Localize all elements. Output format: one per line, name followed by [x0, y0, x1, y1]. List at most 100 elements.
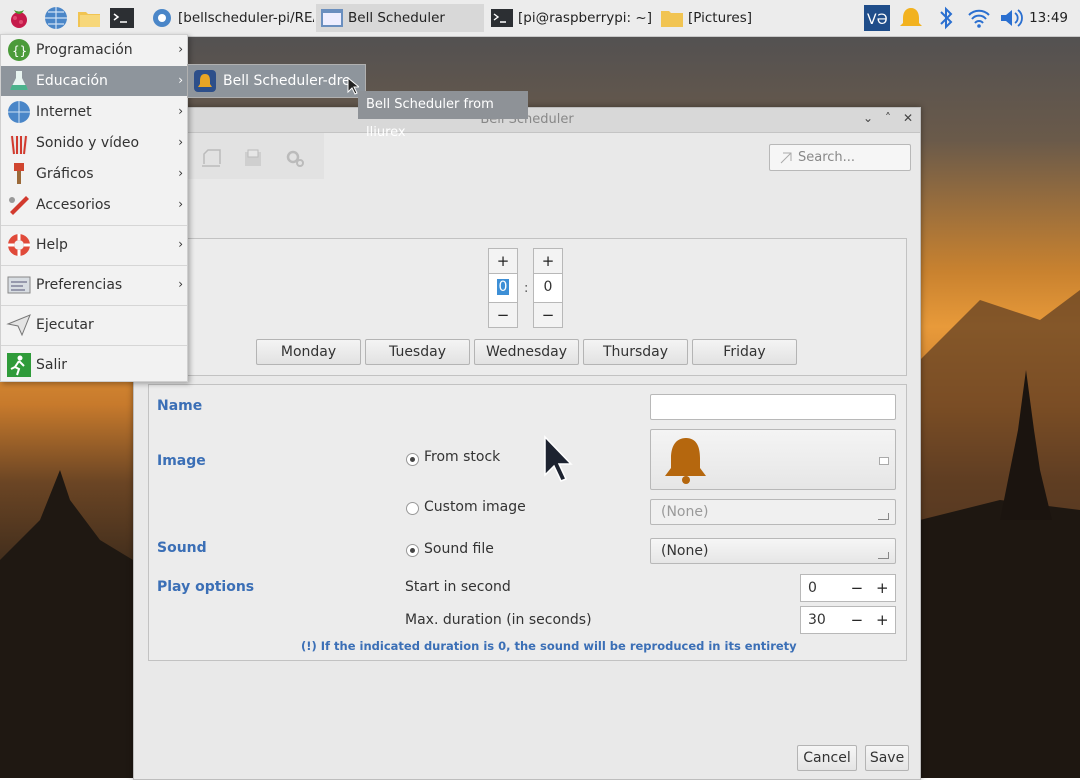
chevron-right-icon: ›	[178, 73, 183, 87]
internet-icon	[8, 101, 30, 123]
task-browser-label: [bellscheduler-pi/REA...	[178, 10, 314, 26]
task-terminal[interactable]: [pi@raspberrypi: ~]	[486, 4, 654, 32]
start-menu: {} Programación › Educación › Internet › So…	[0, 34, 188, 382]
max-duration-value[interactable]: 30	[801, 607, 844, 633]
mouse-pointer-icon	[544, 435, 573, 482]
stock-image-selector[interactable]	[650, 429, 896, 490]
task-terminal-label: [pi@raspberrypi: ~]	[518, 10, 652, 26]
minute-spinner[interactable]: + 0 −	[533, 248, 563, 328]
mouse-pointer-small-icon	[347, 77, 359, 95]
task-pictures-label: [Pictures]	[688, 10, 752, 26]
export-icon[interactable]	[242, 148, 264, 168]
max-duration-spinner[interactable]: 30 − +	[800, 606, 896, 634]
hour-spinner[interactable]: + 0 −	[488, 248, 518, 328]
menu-item-sonido-video[interactable]: Sonido y vídeo ›	[1, 128, 187, 158]
start-second-spinner[interactable]: 0 − +	[800, 574, 896, 602]
menu-item-graficos[interactable]: Gráficos ›	[1, 159, 187, 189]
menu-item-educacion[interactable]: Educación ›	[1, 66, 187, 96]
minute-value[interactable]: 0	[533, 274, 563, 302]
task-bell-scheduler[interactable]: Bell Scheduler	[316, 4, 484, 32]
chevron-right-icon: ›	[178, 166, 183, 180]
custom-image-radio[interactable]	[406, 502, 419, 515]
name-input[interactable]	[650, 394, 896, 420]
hour-decrement-button[interactable]: −	[488, 302, 518, 328]
max-duration-decrement[interactable]: −	[844, 607, 869, 633]
search-input[interactable]: Search...	[769, 144, 911, 171]
bell-scheduler-tray-icon[interactable]	[898, 4, 924, 32]
menu-item-ejecutar[interactable]: Ejecutar	[1, 310, 187, 340]
day-thursday-button[interactable]: Thursday	[583, 339, 688, 365]
duration-note: (!) If the indicated duration is 0, the …	[301, 639, 797, 653]
task-browser[interactable]: [bellscheduler-pi/REA...	[146, 4, 314, 32]
edit-icon[interactable]	[200, 148, 222, 168]
file-manager-icon[interactable]	[76, 5, 102, 31]
chevron-right-icon: ›	[178, 197, 183, 211]
menu-item-salir[interactable]: Salir	[1, 350, 187, 380]
start-in-second-label: Start in second	[405, 579, 511, 595]
max-duration-increment[interactable]: +	[870, 607, 895, 633]
day-friday-button[interactable]: Friday	[692, 339, 797, 365]
combo-arrow-icon	[878, 552, 889, 559]
submenu-item-bell-scheduler[interactable]: Bell Scheduler-dre	[187, 64, 366, 98]
menu-item-accesorios[interactable]: Accesorios ›	[1, 190, 187, 220]
start-second-increment[interactable]: +	[870, 575, 895, 601]
hour-value[interactable]: 0	[488, 274, 518, 302]
task-pictures[interactable]: [Pictures]	[656, 4, 824, 32]
window-icon	[321, 9, 343, 27]
max-duration-label: Max. duration (in seconds)	[405, 612, 592, 628]
sound-file-value: (None)	[661, 543, 709, 559]
hour-value-text: 0	[496, 279, 510, 295]
sound-file-radio[interactable]	[406, 544, 419, 557]
close-button[interactable]: ✕	[900, 111, 916, 127]
preferences-icon	[7, 276, 31, 294]
save-button[interactable]: Save	[865, 745, 909, 771]
from-stock-radio[interactable]	[406, 453, 419, 466]
menu-item-programacion[interactable]: {} Programación ›	[1, 35, 187, 65]
time-separator: :	[524, 281, 529, 296]
menu-separator	[1, 345, 187, 346]
start-second-value[interactable]: 0	[801, 575, 844, 601]
chevron-right-icon: ›	[178, 277, 183, 291]
menu-item-help[interactable]: Help ›	[1, 230, 187, 260]
maximize-button[interactable]: ˄	[880, 111, 896, 127]
menu-item-internet[interactable]: Internet ›	[1, 97, 187, 127]
bell-scheduler-app-icon	[194, 70, 216, 92]
day-wednesday-button[interactable]: Wednesday	[474, 339, 579, 365]
name-label: Name	[157, 398, 203, 414]
minute-decrement-button[interactable]: −	[533, 302, 563, 328]
bluetooth-icon[interactable]	[936, 4, 956, 32]
wifi-icon[interactable]	[967, 4, 991, 32]
help-icon	[8, 234, 30, 256]
start-second-decrement[interactable]: −	[844, 575, 869, 601]
chevron-right-icon: ›	[178, 237, 183, 251]
volume-icon[interactable]	[998, 4, 1024, 32]
cancel-button[interactable]: Cancel	[797, 745, 857, 771]
settings-icon[interactable]	[284, 148, 306, 168]
custom-image-combo[interactable]: (None)	[650, 499, 896, 525]
bell-scheduler-window: Bell Scheduler ⌄ ˄ ✕ Search... + 0 − : +…	[133, 107, 921, 780]
menu-item-preferencias[interactable]: Preferencias ›	[1, 270, 187, 300]
web-browser-icon[interactable]	[43, 5, 69, 31]
sound-file-combo[interactable]: (None)	[650, 538, 896, 564]
bell-image-icon	[665, 438, 706, 484]
menu-item-label: Accesorios	[36, 197, 111, 213]
raspberry-menu-icon[interactable]	[6, 5, 32, 31]
from-stock-label: From stock	[424, 449, 501, 465]
terminal-icon[interactable]	[109, 5, 135, 31]
day-tuesday-button[interactable]: Tuesday	[365, 339, 470, 365]
minimize-button[interactable]: ⌄	[860, 111, 876, 127]
play-options-label: Play options	[157, 579, 255, 595]
sound-label: Sound	[157, 540, 207, 556]
svg-text:{}: {}	[12, 44, 27, 58]
day-monday-button[interactable]: Monday	[256, 339, 361, 365]
chevron-right-icon: ›	[178, 104, 183, 118]
submenu-item-label: Bell Scheduler-dre	[223, 73, 351, 89]
menu-separator	[1, 265, 187, 266]
menu-item-label: Educación	[36, 73, 108, 89]
menu-item-label: Preferencias	[36, 277, 123, 293]
hour-increment-button[interactable]: +	[488, 248, 518, 274]
taskbar: [bellscheduler-pi/REA... Bell Scheduler …	[0, 0, 1080, 37]
sound-file-label: Sound file	[424, 541, 494, 557]
minute-increment-button[interactable]: +	[533, 248, 563, 274]
vnc-icon[interactable]: VƏ	[863, 4, 891, 32]
